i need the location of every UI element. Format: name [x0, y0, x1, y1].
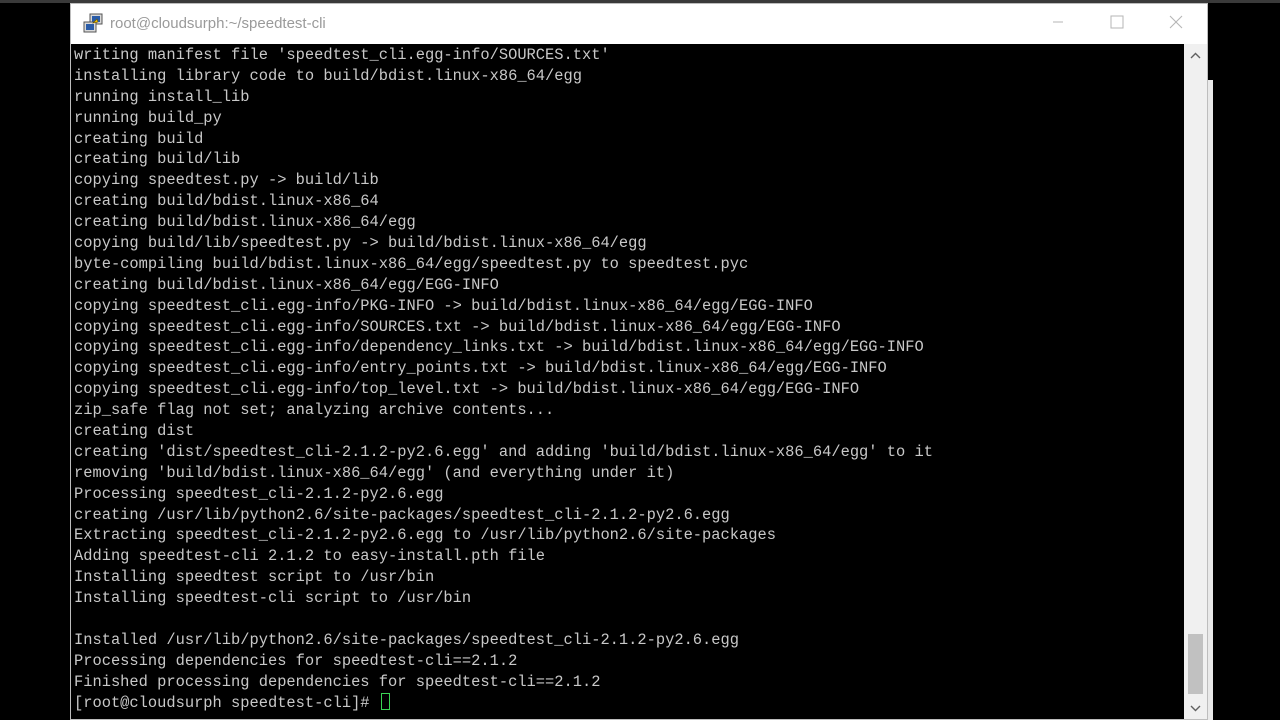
terminal-line: creating build/bdist.linux-x86_64/egg/EG…	[74, 275, 499, 294]
terminal-line: Adding speedtest-cli 2.1.2 to easy-insta…	[74, 547, 546, 566]
terminal-line: copying speedtest_cli.egg-info/dependenc…	[74, 338, 924, 357]
minimize-button[interactable]	[1029, 4, 1087, 44]
putty-icon[interactable]	[82, 13, 104, 35]
terminal-line: Installing speedtest script to /usr/bin	[74, 568, 435, 587]
terminal-line: Finished processing dependencies for spe…	[74, 672, 601, 691]
maximize-icon	[1110, 15, 1124, 34]
minimize-icon	[1052, 15, 1064, 33]
terminal-line: writing manifest file 'speedtest_cli.egg…	[74, 46, 610, 64]
terminal-line: copying speedtest_cli.egg-info/entry_poi…	[74, 359, 887, 378]
terminal-line: copying speedtest_cli.egg-info/top_level…	[74, 380, 860, 399]
terminal-line: byte-compiling build/bdist.linux-x86_64/…	[74, 254, 749, 273]
terminal-cursor	[380, 692, 390, 710]
terminal-line: Processing dependencies for speedtest-cl…	[74, 651, 518, 670]
terminal-line: Installed /usr/lib/python2.6/site-packag…	[74, 630, 739, 649]
close-icon	[1169, 15, 1183, 34]
terminal-lines: writing manifest file 'speedtest_cli.egg…	[74, 45, 933, 714]
terminal-line: zip_safe flag not set; analyzing archive…	[74, 401, 555, 420]
close-button[interactable]	[1147, 4, 1205, 44]
terminal-line: creating dist	[74, 422, 195, 441]
scroll-down-button[interactable]	[1184, 697, 1207, 719]
terminal-line: copying speedtest_cli.egg-info/SOURCES.t…	[74, 317, 841, 336]
terminal-line: running install_lib	[74, 87, 250, 106]
terminal-line: copying speedtest.py -> build/lib	[74, 171, 379, 190]
prompt-line[interactable]: [root@cloudsurph speedtest-cli]#	[74, 692, 933, 714]
terminal-line: Processing speedtest_cli-2.1.2-py2.6.egg	[74, 484, 444, 503]
scroll-up-arrow-icon	[1190, 46, 1201, 64]
terminal-line: running build_py	[74, 108, 222, 127]
terminal-line: creating build/bdist.linux-x86_64	[74, 192, 379, 211]
terminal-line: Installing speedtest-cli script to /usr/…	[74, 589, 472, 608]
scrollbar-thumb[interactable]	[1188, 634, 1203, 694]
maximize-button[interactable]	[1088, 4, 1146, 44]
terminal-output-area[interactable]: writing manifest file 'speedtest_cli.egg…	[71, 44, 1184, 719]
terminal-line: creating /usr/lib/python2.6/site-package…	[74, 505, 730, 524]
window-title: root@cloudsurph:~/speedtest-cli	[110, 15, 326, 32]
scroll-down-arrow-icon	[1190, 699, 1201, 717]
title-bar[interactable]: root@cloudsurph:~/speedtest-cli	[71, 4, 1207, 44]
terminal-line: creating build/lib	[74, 150, 241, 169]
shell-prompt: [root@cloudsurph speedtest-cli]#	[74, 693, 379, 712]
terminal-line: creating 'dist/speedtest_cli-2.1.2-py2.6…	[74, 442, 933, 461]
terminal-line: removing 'build/bdist.linux-x86_64/egg' …	[74, 463, 675, 482]
putty-terminal-window: root@cloudsurph:~/speedtest-cli writing …	[70, 3, 1208, 720]
terminal-line: creating build/bdist.linux-x86_64/egg	[74, 213, 416, 232]
scroll-up-button[interactable]	[1184, 44, 1207, 66]
vertical-scrollbar[interactable]	[1184, 44, 1207, 719]
terminal-line: installing library code to build/bdist.l…	[74, 66, 582, 85]
desktop-background	[1210, 3, 1280, 720]
terminal-line: copying build/lib/speedtest.py -> build/…	[74, 234, 647, 253]
terminal-line: creating build	[74, 129, 204, 148]
terminal-line: Extracting speedtest_cli-2.1.2-py2.6.egg…	[74, 526, 776, 545]
terminal-line: copying speedtest_cli.egg-info/PKG-INFO …	[74, 296, 813, 315]
